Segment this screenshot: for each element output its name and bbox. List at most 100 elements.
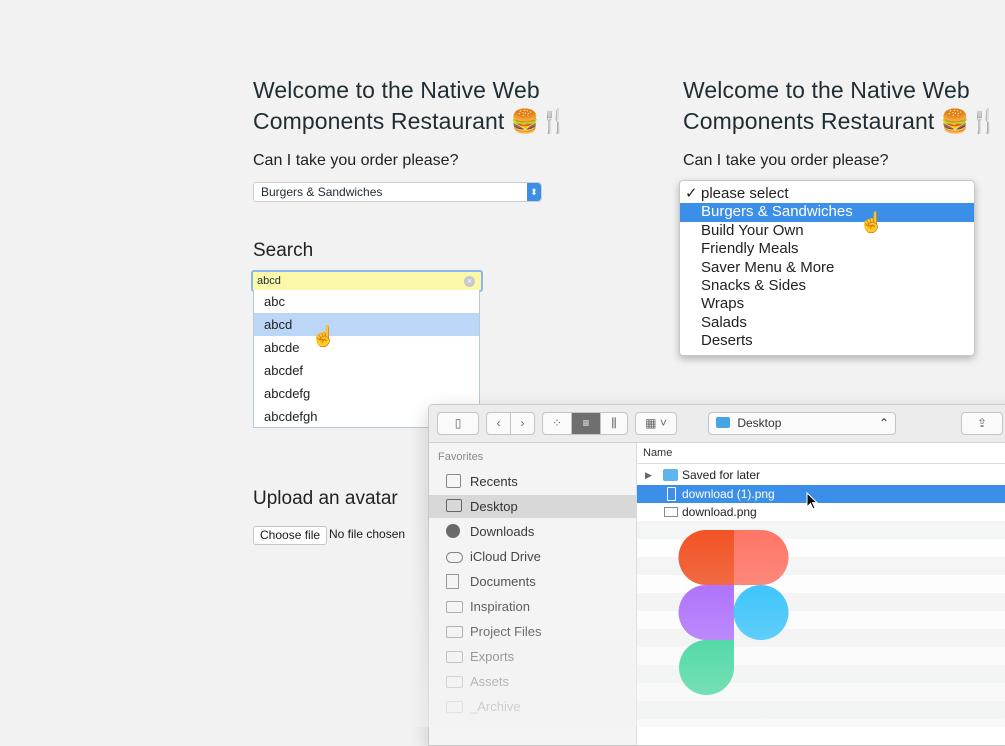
empty-row [637,701,1005,719]
sidebar-toggle-button[interactable]: ▯ [437,412,479,435]
file-name: download (1).png [682,487,775,501]
sidebar-item-label: Recents [470,474,518,489]
image-file-icon [667,487,676,501]
suggestion-item[interactable]: abc [254,290,479,313]
folder-icon [446,601,463,613]
dropdown-option[interactable]: Build Your Own [680,222,974,240]
icon-view-button[interactable]: ⁘ [542,412,572,435]
share-button[interactable]: ⇪ [961,412,1003,435]
dropdown-option[interactable]: Deserts [680,332,974,350]
menu-dropdown-open: ✓ please select Burgers & Sandwiches Bui… [679,180,975,356]
file-row[interactable]: ▶ Saved for later [637,466,1005,484]
folder-icon [663,469,678,481]
dropdown-option[interactable]: Friendly Meals [680,240,974,258]
order-prompt-left: Can I take you order please? [253,152,459,169]
sidebar-item-recents[interactable]: Recents [429,470,636,493]
page-title-left: Welcome to the Native Web Components Res… [253,75,568,137]
sidebar-item-exports[interactable]: Exports [429,645,636,668]
forward-button[interactable]: › [510,412,535,435]
share-icon: ⇪ [976,416,988,430]
cloud-icon [446,552,463,563]
figma-logo [678,530,790,701]
column-view-button[interactable]: ⫼ [600,412,628,435]
sidebar-icon: ▯ [454,416,462,430]
chevron-updown-icon: ⌃ [878,416,889,430]
dropdown-option[interactable]: Saver Menu & More [680,259,974,277]
suggestion-item[interactable]: abcdef [254,359,479,382]
upload-heading: Upload an avatar [253,488,398,509]
documents-icon [446,574,459,589]
dropdown-option-highlighted[interactable]: Burgers & Sandwiches [680,203,974,222]
suggestion-item[interactable]: abcde [254,336,479,359]
no-file-text: No file chosen [329,527,406,541]
location-popup[interactable]: Desktop ⌃ [708,412,896,435]
sidebar-item-assets[interactable]: Assets [429,670,636,693]
suggestion-item-highlighted[interactable]: abcd [254,313,479,336]
chevron-right-icon: › [520,416,525,430]
dropdown-option[interactable]: ✓ please select [680,185,974,203]
sidebar-heading: Favorites [438,451,484,463]
folder-icon [446,676,463,688]
checkmark-icon: ✓ [685,185,698,202]
finder-sidebar: Favorites Recents Desktop Downloads iClo… [429,443,637,745]
sidebar-item-label: Desktop [470,499,518,514]
option-label: please select [701,185,789,202]
search-input-value: abcd [257,275,281,287]
sidebar-item-label: _Archive [470,699,521,714]
select-arrows-icon: ⬍ [527,183,541,201]
column-header-name[interactable]: Name [637,443,1005,464]
page-title-right: Welcome to the Native Web Components Res… [683,75,998,137]
list-icon: ≡ [582,416,590,430]
order-prompt-right: Can I take you order please? [683,152,889,169]
dropdown-option[interactable]: Salads [680,314,974,332]
sidebar-item-label: Inspiration [470,599,530,614]
dropdown-option[interactable]: Snacks & Sides [680,277,974,295]
disclosure-triangle-icon[interactable]: ▶ [645,466,652,484]
sidebar-item-project-files[interactable]: Project Files [429,620,636,643]
title-line-1: Welcome to the Native Web [253,77,540,103]
title-line-1: Welcome to the Native Web [683,77,970,103]
group-button[interactable]: ▦ ˅ [635,412,677,435]
sidebar-item-desktop[interactable]: Desktop [429,495,636,518]
sidebar-item-archive[interactable]: _Archive [429,695,636,718]
suggestion-item[interactable]: abcdefg [254,382,479,405]
folder-icon [446,701,463,713]
file-row-selected[interactable]: download (1).png [637,485,1005,503]
download-icon [446,524,460,538]
folder-icon [716,417,730,428]
column-header-label: Name [643,447,673,459]
clear-icon[interactable]: × [464,276,475,287]
grid-icon: ⁘ [551,416,563,430]
recents-icon [446,474,461,488]
choose-file-button[interactable]: Choose file [253,526,328,545]
file-name: Saved for later [682,468,761,482]
search-input[interactable]: abcd × [251,270,483,292]
location-label: Desktop [737,416,782,430]
sidebar-item-icloud[interactable]: iCloud Drive [429,545,636,568]
search-heading: Search [253,240,314,261]
sidebar-item-inspiration[interactable]: Inspiration [429,595,636,618]
sidebar-item-label: Assets [470,674,510,689]
arrow-cursor-icon [806,491,819,515]
file-name: download.png [682,505,757,519]
group-icon: ▦ ˅ [645,416,667,430]
file-row[interactable]: download.png [637,503,1005,521]
sidebar-item-label: Exports [470,649,515,664]
title-line-2: Components Restaurant 🍔🍴 [683,108,999,134]
list-view-button[interactable]: ≡ [571,412,601,435]
sidebar-item-label: Project Files [470,624,542,639]
sidebar-item-documents[interactable]: Documents [429,570,636,593]
menu-select[interactable]: Burgers & Sandwiches ⬍ [253,182,542,202]
columns-icon: ⫼ [611,416,617,430]
folder-icon [446,626,463,638]
dropdown-option[interactable]: Wraps [680,295,974,313]
image-file-icon [664,507,678,517]
sidebar-item-label: Documents [470,574,536,589]
hand-cursor-icon: ☝ [311,326,336,348]
folder-icon [446,651,463,663]
back-button[interactable]: ‹ [486,412,511,435]
sidebar-item-label: iCloud Drive [470,549,541,564]
sidebar-item-downloads[interactable]: Downloads [429,520,636,543]
desktop-icon [446,499,462,512]
finder-toolbar: ▯ ‹ › ⁘ ≡ ⫼ ▦ ˅ Desktop ⌃ ⇪ [429,405,1005,443]
